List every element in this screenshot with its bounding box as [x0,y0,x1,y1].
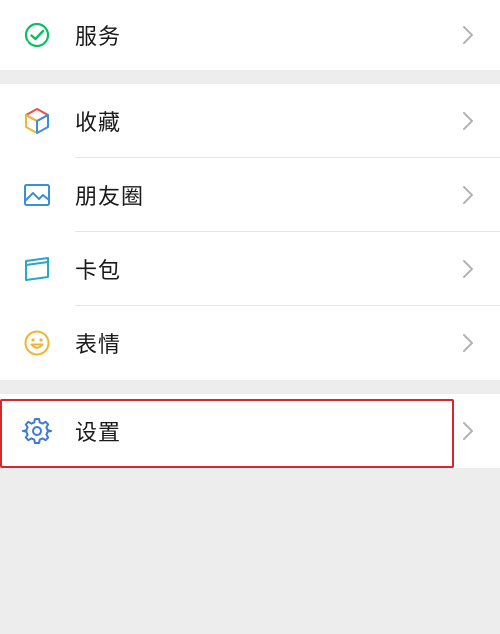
menu-item-cards-label: 卡包 [75,259,122,284]
cube-icon [22,106,52,136]
services-group: 服务 [0,0,500,70]
menu-item-services[interactable]: 服务 [0,0,500,70]
chevron-right-icon [462,111,474,131]
menu-item-favorites[interactable]: 收藏 [0,84,500,158]
menu-item-settings-label: 设置 [75,421,122,446]
menu-item-moments-label: 朋友圈 [75,185,145,210]
menu-item-moments[interactable]: 朋友圈 [0,158,500,232]
picture-icon [22,180,52,210]
services-icon [22,20,52,50]
chevron-right-icon [462,259,474,279]
chevron-right-icon [462,421,474,441]
chevron-right-icon [462,333,474,353]
gear-icon [22,416,52,446]
chevron-right-icon [462,25,474,45]
menu-item-stickers-label: 表情 [75,333,122,358]
menu-item-services-label: 服务 [75,25,122,50]
menu-item-favorites-label: 收藏 [75,111,122,136]
smiley-icon [22,328,52,358]
menu-item-settings[interactable]: 设置 [0,394,500,468]
menu-item-stickers[interactable]: 表情 [0,306,500,380]
chevron-right-icon [462,185,474,205]
menu-item-cards[interactable]: 卡包 [0,232,500,306]
settings-group: 设置 [0,394,500,468]
features-group: 收藏 朋友圈 卡包 表情 [0,84,500,380]
card-icon [22,254,52,284]
